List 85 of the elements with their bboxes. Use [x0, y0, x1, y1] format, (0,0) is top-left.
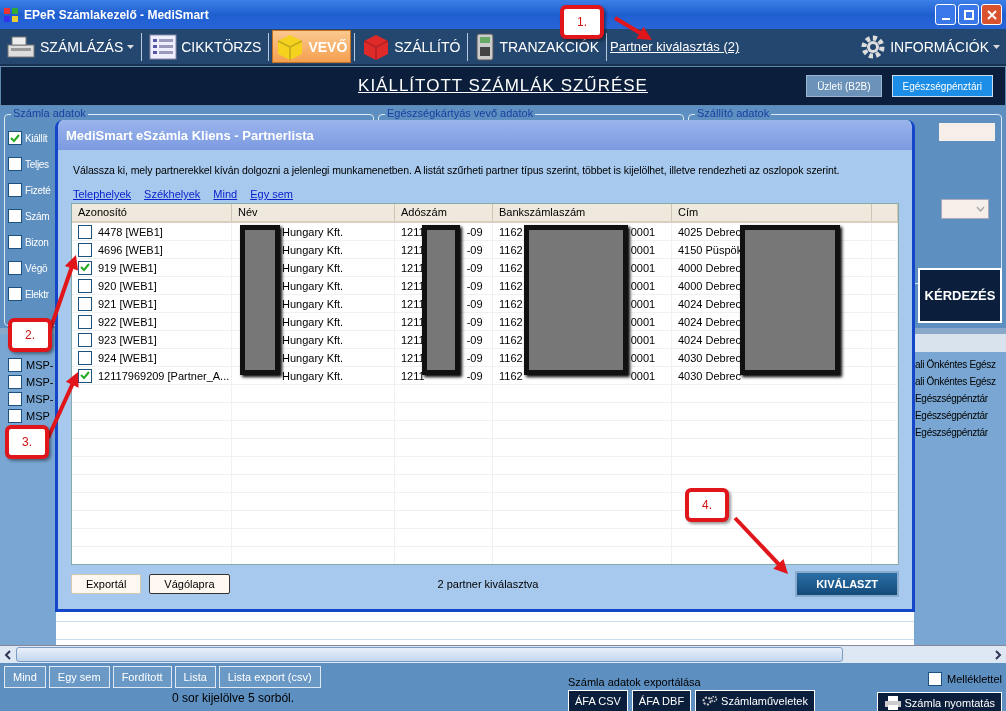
table-cell: 1162	[499, 261, 523, 274]
table-cell: 1162	[499, 243, 523, 256]
table-cell: MSP-	[26, 358, 54, 371]
option-label: Elektr	[25, 288, 49, 300]
table-cell: -09	[466, 243, 483, 256]
table-cell: -09	[466, 315, 483, 328]
table-cell: 4030 Debrec	[678, 351, 741, 364]
table-cell: 1162	[499, 369, 523, 382]
table-cell: 0001	[630, 297, 656, 310]
table-cell: -09	[466, 369, 483, 382]
table-cell-text: ali Önkéntes Egész	[914, 358, 997, 372]
option-label: Végö	[25, 262, 48, 274]
table-cell: -09	[466, 279, 483, 292]
table-cell: -09	[466, 351, 483, 364]
table-cell: Hungary Kft.	[282, 351, 344, 364]
option-label: Bizon	[25, 236, 49, 248]
table-cell: 4030 Debrec	[678, 369, 741, 382]
step-callout: 1.	[560, 5, 604, 39]
table-cell: 923 [WEB1]	[98, 333, 157, 346]
table-cell: 1162	[499, 279, 523, 292]
table-cell-text: Egészségpénztár	[914, 409, 989, 423]
step-callout: 4.	[685, 488, 729, 522]
group-title: Számla adatok	[11, 107, 88, 119]
group-title: Szállító adatok	[695, 107, 772, 119]
table-cell: MSP	[26, 409, 50, 422]
dialog-description: Válassza ki, mely partnerekkel kíván dolgozni a jelenlegi munkamenetben. A listát szűrheti partner típus szerint, többet is kijelölhet, illetve rendezheti az oszlopok szerint.	[73, 164, 841, 176]
group-title: Egészségkártyás vevő adatok	[385, 107, 536, 119]
table-cell: 4025 Debrec	[678, 225, 741, 238]
table-cell: Hungary Kft.	[282, 297, 344, 310]
selection-status: 0 sor kijelölve 5 sorból.	[172, 691, 296, 705]
table-cell: Hungary Kft.	[282, 225, 344, 238]
table-cell: 1211	[401, 369, 425, 382]
table-cell: Hungary Kft.	[282, 243, 344, 256]
table-cell: 920 [WEB1]	[98, 279, 157, 292]
option-label: Szám	[25, 210, 50, 222]
table-cell: Hungary Kft.	[282, 369, 344, 382]
filter-title: KIÁLLÍTOTT SZÁMLÁK SZŰRÉSE	[358, 76, 648, 96]
table-cell: 921 [WEB1]	[98, 297, 157, 310]
option-label: Kiállít	[25, 132, 48, 144]
table-cell: 4696 [WEB1]	[98, 243, 163, 256]
table-cell: 0001	[630, 333, 656, 346]
table-cell: 924 [WEB1]	[98, 351, 157, 364]
table-cell: 1162	[499, 297, 523, 310]
table-cell: 4000 Debrec	[678, 261, 741, 274]
table-cell-text: Egészségpénztár	[914, 426, 989, 440]
table-cell: 922 [WEB1]	[98, 315, 157, 328]
table-cell: Hungary Kft.	[282, 333, 344, 346]
table-cell: 1162	[499, 225, 523, 238]
selection-status: 2 partner kiválasztva	[437, 578, 539, 590]
table-cell-text: ali Önkéntes Egész	[914, 375, 997, 389]
table-cell: 0001	[630, 351, 656, 364]
table-cell: -09	[466, 297, 483, 310]
table-cell: 0001	[630, 369, 656, 382]
table-cell: Hungary Kft.	[282, 261, 344, 274]
table-cell: 919 [WEB1]	[98, 261, 157, 274]
table-cell: MSP-	[26, 375, 54, 388]
table-cell: 12117969209 [Partner_A...	[98, 369, 230, 382]
window-title: EPeR Számlakezelő - MediSmart	[24, 7, 209, 22]
table-cell: -09	[466, 333, 483, 346]
table-cell: 4024 Debrec	[678, 315, 741, 328]
table-cell: 0001	[630, 279, 656, 292]
table-cell: 1162	[499, 351, 523, 364]
table-cell: Hungary Kft.	[282, 315, 344, 328]
dialog-title: MediSmart eSzámla Kliens - Partnerlista	[66, 127, 314, 143]
step-callout: 3.	[5, 425, 49, 459]
table-cell: 4000 Debrec	[678, 279, 741, 292]
table-cell: 1162	[499, 315, 523, 328]
option-label: Fizeté	[25, 184, 51, 196]
table-cell: -09	[466, 261, 483, 274]
export-label: Számla adatok exportálása	[568, 676, 702, 688]
table-cell: 4478 [WEB1]	[98, 225, 163, 238]
table-cell: 0001	[630, 243, 656, 256]
table-cell: -09	[466, 225, 483, 238]
option-label: Teljes	[25, 158, 49, 170]
table-cell: 4024 Debrec	[678, 333, 741, 346]
table-cell: MSP-	[26, 392, 54, 405]
step-callout: 2.	[8, 318, 52, 352]
table-cell: 0001	[630, 315, 656, 328]
table-cell: Hungary Kft.	[282, 279, 344, 292]
table-cell: 4024 Debrec	[678, 297, 741, 310]
table-cell: 1162	[499, 333, 523, 346]
table-cell-text: Egészségpénztár	[914, 392, 989, 406]
table-cell: 0001	[630, 261, 656, 274]
table-cell: 0001	[630, 225, 656, 238]
option-label: Melléklettel	[946, 673, 1002, 685]
